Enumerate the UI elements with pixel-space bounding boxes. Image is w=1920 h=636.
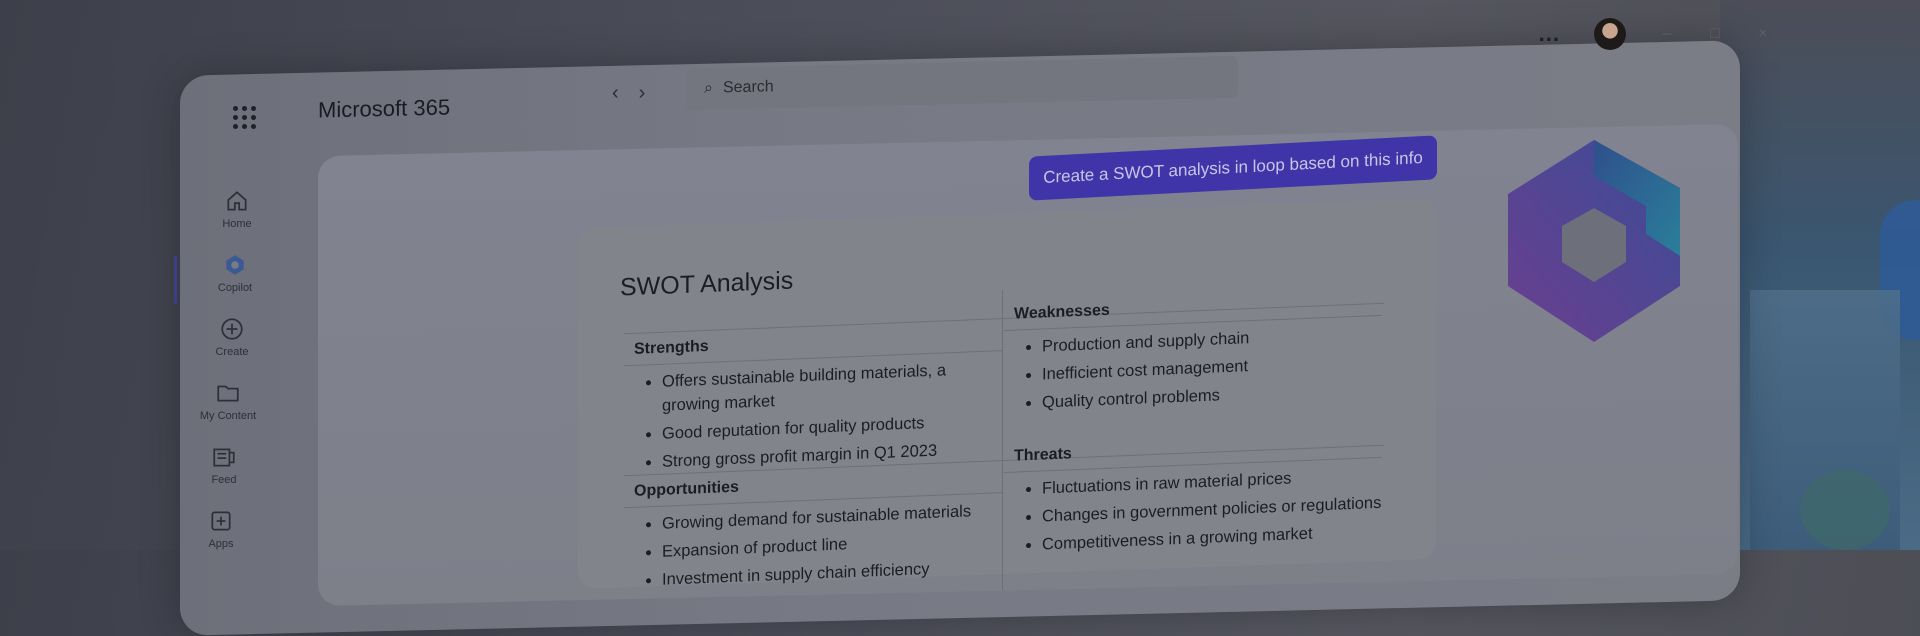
minimize-button[interactable]: – [1660, 26, 1674, 42]
folder-icon [217, 385, 239, 402]
weaknesses-cell: Weaknesses Production and supply chain I… [1004, 284, 1382, 421]
nav-label: Create [215, 346, 249, 358]
strengths-cell: Strengths Offers sustainable building ma… [624, 320, 1002, 480]
opportunities-cell: Opportunities Growing demand for sustain… [624, 462, 1002, 598]
nav-feed[interactable]: Feed [184, 444, 264, 486]
nav-label: Copilot [217, 282, 253, 294]
nav-label: Apps [208, 538, 234, 550]
microsoft-365-logo-icon [1508, 140, 1680, 342]
window-controls: ... – □ × [1539, 18, 1770, 50]
close-button[interactable]: × [1756, 26, 1770, 42]
threats-cell: Threats Fluctuations in raw material pri… [1004, 426, 1382, 563]
app-launcher-icon[interactable] [233, 106, 256, 129]
search-icon: ⌕ [704, 79, 713, 97]
apps-icon [211, 511, 231, 531]
forward-arrow-icon[interactable]: › [639, 82, 646, 105]
app-title: Microsoft 365 [318, 94, 451, 123]
more-options-button[interactable]: ... [1539, 21, 1560, 47]
decor-shape [1800, 470, 1890, 550]
feed-icon [213, 448, 235, 467]
nav-copilot[interactable]: Copilot [174, 252, 275, 304]
maximize-button[interactable]: □ [1708, 26, 1722, 42]
history-navigation: ‹ › [612, 82, 645, 105]
copilot-icon [226, 255, 244, 275]
nav-home[interactable]: Home [197, 188, 277, 230]
nav-create[interactable]: Create [192, 316, 272, 358]
nav-label: Home [222, 218, 252, 230]
avatar[interactable] [1594, 18, 1626, 50]
table-divider [1002, 290, 1003, 591]
back-arrow-icon[interactable]: ‹ [612, 82, 619, 105]
nav-label: Feed [211, 474, 237, 486]
background-decoration [1720, 0, 1920, 550]
nav-label: My Content [199, 410, 257, 422]
search-placeholder: Search [722, 78, 774, 97]
nav-my-content[interactable]: My Content [188, 380, 268, 422]
nav-apps[interactable]: Apps [181, 508, 261, 550]
swot-table: Strengths Offers sustainable building ma… [624, 284, 1384, 591]
list-item: Offers sustainable building materials, a… [662, 357, 1002, 418]
plus-circle-icon [221, 318, 243, 340]
home-icon [227, 191, 247, 211]
